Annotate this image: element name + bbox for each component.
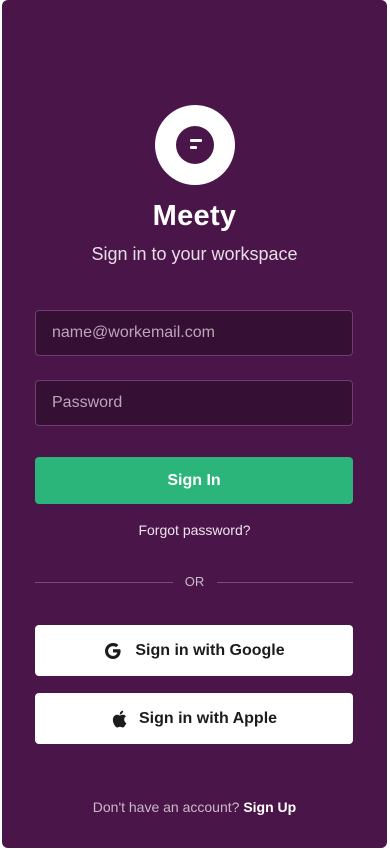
apple-button-label: Sign in with Apple bbox=[138, 709, 278, 727]
sign-in-button[interactable]: Sign In bbox=[35, 457, 353, 504]
google-icon bbox=[103, 641, 123, 661]
password-input[interactable] bbox=[35, 380, 353, 426]
apple-sign-in-button[interactable]: Sign in with Apple bbox=[35, 693, 353, 744]
forgot-password-link[interactable]: Forgot password? bbox=[2, 522, 387, 538]
google-sign-in-button[interactable]: Sign in with Google bbox=[35, 625, 353, 676]
signup-prompt: Don't have an account? Sign Up bbox=[2, 799, 387, 815]
page-subtitle: Sign in to your workspace bbox=[91, 244, 298, 264]
logo-mark-icon bbox=[176, 126, 214, 164]
email-input[interactable] bbox=[35, 310, 353, 356]
divider-line-right bbox=[217, 582, 353, 583]
sign-up-link[interactable]: Sign Up bbox=[243, 799, 296, 815]
apple-icon bbox=[111, 710, 127, 728]
signup-prompt-text: Don't have an account? bbox=[92, 799, 240, 815]
sign-in-screen: Meety Sign in to your workspace Sign In … bbox=[2, 0, 387, 848]
google-button-label: Sign in with Google bbox=[135, 641, 285, 659]
app-logo bbox=[155, 105, 235, 185]
app-title: Meety bbox=[152, 200, 237, 232]
